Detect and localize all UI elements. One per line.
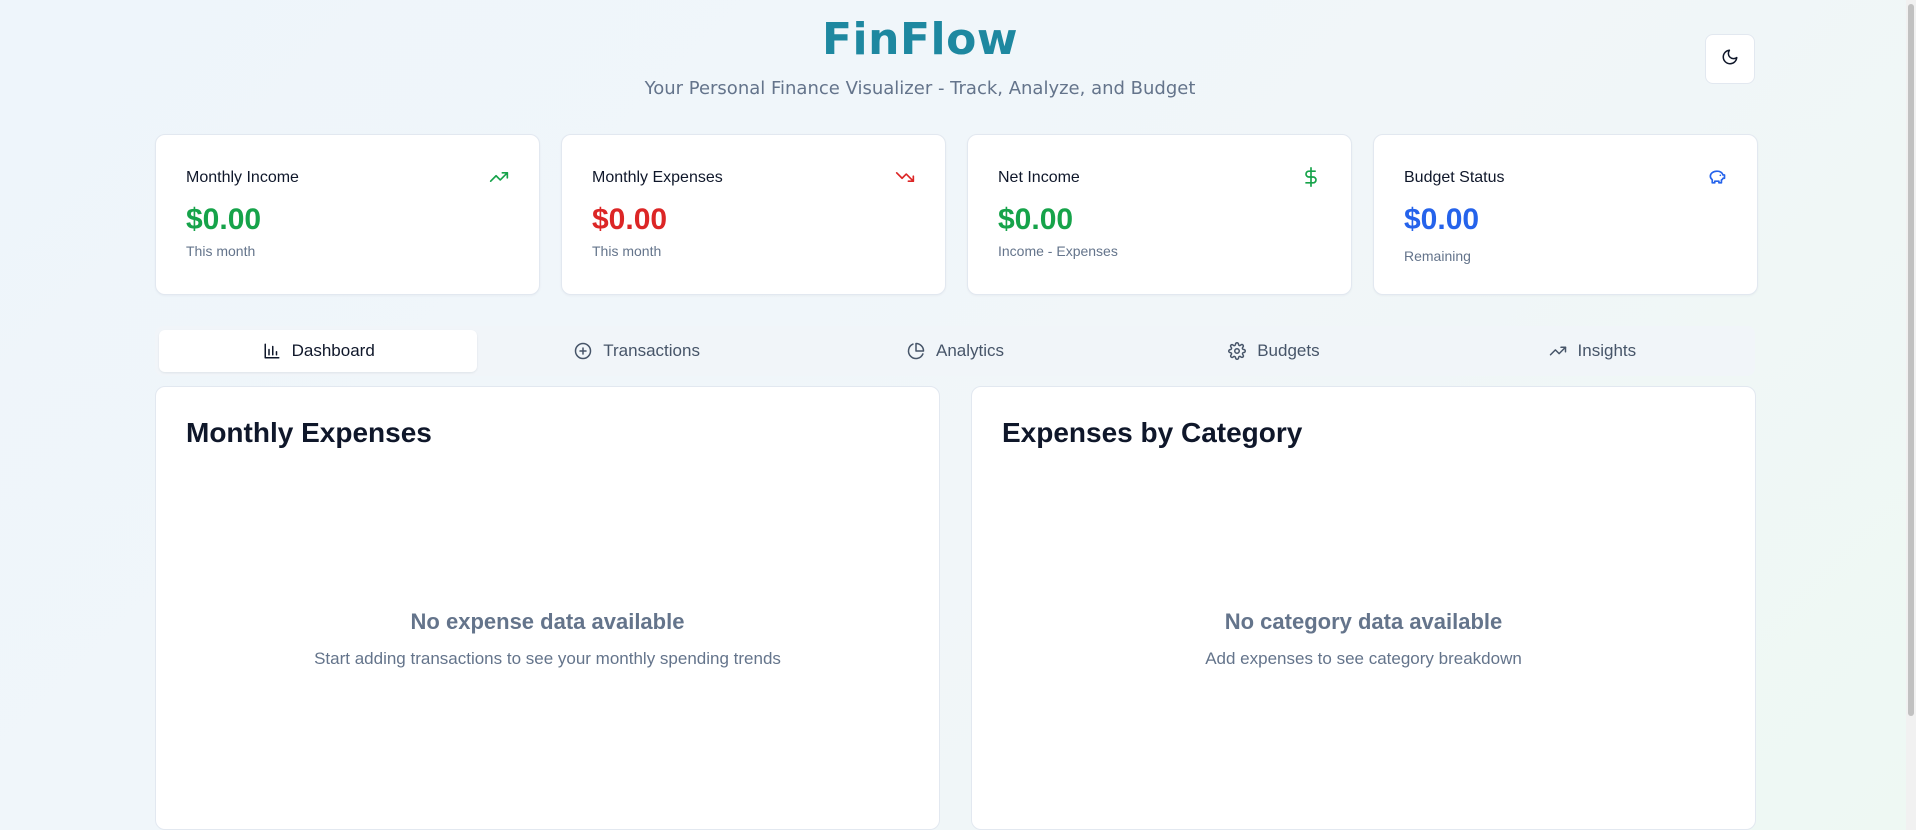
piggy-bank-icon [1707,167,1727,187]
dashboard-panels: Monthly Expenses No expense data availab… [155,386,1756,830]
expenses-by-category-panel: Expenses by Category No category data av… [971,386,1756,830]
trending-up-icon [489,167,509,187]
tab-label: Dashboard [291,341,375,360]
tab-analytics[interactable]: Analytics [796,330,1114,372]
stat-caption: This month [186,243,256,259]
bar-chart-icon [262,341,282,361]
monthly-expenses-panel: Monthly Expenses No expense data availab… [155,386,940,830]
stat-caption: Remaining [1404,248,1471,264]
stat-value: $0.00 [1404,203,1480,236]
stat-label: Net Income [998,169,1080,186]
empty-state-description: Start adding transactions to see your mo… [314,649,781,668]
stat-value: $0.00 [998,203,1074,236]
panel-title: Expenses by Category [1002,417,1303,448]
app-page: FinFlow Your Personal Finance Visualizer… [0,0,1916,830]
scrollbar-thumb[interactable] [1908,4,1914,716]
stats-row: Monthly Income $0.00 This month Monthly … [155,134,1758,295]
tab-label: Analytics [936,341,1005,360]
stat-card-monthly-expenses: Monthly Expenses $0.00 This month [561,134,946,295]
trending-up-icon [1548,341,1568,361]
empty-state-title: No category data available [1224,609,1503,634]
gear-icon [1227,341,1247,361]
tab-transactions[interactable]: Transactions [477,330,795,372]
tab-dashboard[interactable]: Dashboard [159,330,478,372]
tab-label: Budgets [1257,341,1320,360]
plus-circle-icon [573,341,593,361]
stat-caption: Income - Expenses [998,243,1118,259]
stat-value: $0.00 [592,203,668,236]
stat-card-monthly-income: Monthly Income $0.00 This month [155,134,540,295]
stat-card-budget-status: Budget Status $0.00 Remaining [1373,134,1758,295]
tab-bar: Dashboard Transactions Analytics Budgets… [155,326,1755,376]
moon-icon [1721,48,1739,70]
tab-label: Insights [1577,341,1637,360]
tab-insights[interactable]: Insights [1433,330,1751,372]
app-subtitle: Your Personal Finance Visualizer - Track… [644,78,1196,99]
panel-title: Monthly Expenses [186,417,432,448]
stat-label: Monthly Income [186,169,299,186]
stat-card-net-income: Net Income $0.00 Income - Expenses [967,134,1352,295]
stat-label: Budget Status [1404,169,1505,186]
pie-chart-icon [906,341,926,361]
app-title: FinFlow [822,14,1018,65]
stat-label: Monthly Expenses [592,169,723,186]
empty-state-description: Add expenses to see category breakdown [1205,649,1522,668]
empty-state-title: No expense data available [410,609,685,634]
tab-budgets[interactable]: Budgets [1114,330,1432,372]
stat-caption: This month [592,243,662,259]
dollar-icon [1301,167,1321,187]
trending-down-icon [895,167,915,187]
theme-toggle-button[interactable] [1705,34,1755,84]
tab-label: Transactions [603,341,700,360]
stat-value: $0.00 [186,203,262,236]
